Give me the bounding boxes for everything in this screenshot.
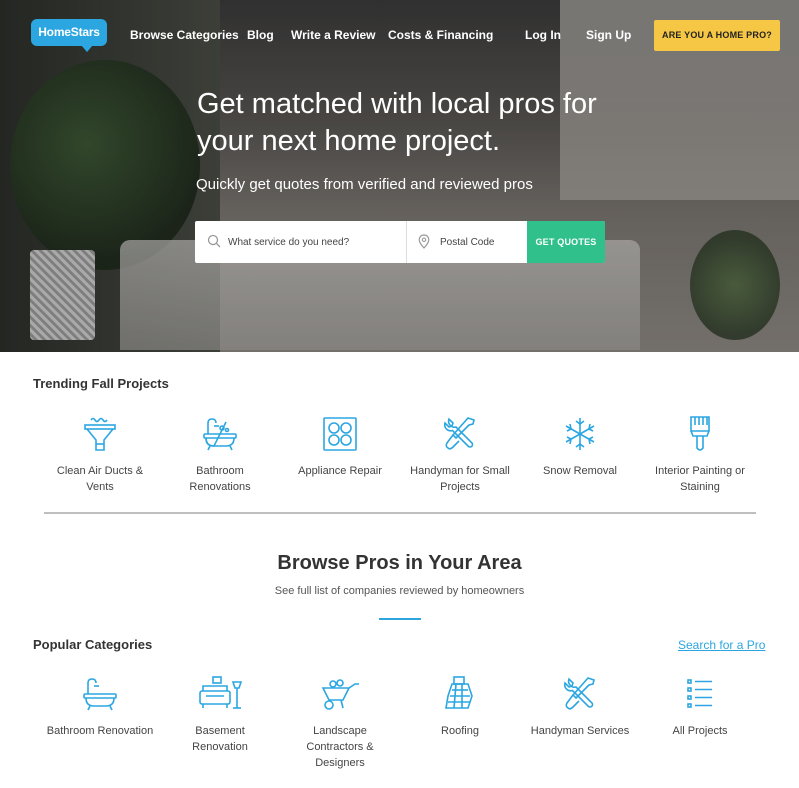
popular-item-label: Landscape Contractors & Designers	[306, 725, 374, 769]
paintbrush-icon	[690, 416, 710, 451]
trending-title: Trending Fall Projects	[33, 376, 169, 391]
trending-item-bathroom[interactable]: Bathroom Renovations	[160, 414, 280, 495]
popular-item-all-projects[interactable]: All Projects	[640, 674, 760, 739]
popular-item-label: All Projects	[672, 725, 728, 737]
trending-item-snow[interactable]: Snow Removal	[520, 414, 640, 479]
hero-section: HomeStars Browse Categories Blog Write a…	[0, 0, 799, 352]
popular-item-label: Handyman Services	[530, 725, 630, 737]
roof-icon	[445, 676, 473, 709]
wrench-screwdriver-icon	[563, 677, 595, 710]
popular-item-label: Basement Renovation	[192, 725, 248, 753]
nav-browse-categories[interactable]: Browse Categories	[130, 28, 239, 42]
trending-item-handyman[interactable]: Handyman for Small Projects	[400, 414, 520, 495]
popular-item-landscape[interactable]: Landscape Contractors & Designers	[280, 674, 400, 771]
service-input[interactable]	[228, 221, 403, 263]
nav-login[interactable]: Log In	[525, 28, 561, 42]
trending-item-label: Clean Air Ducts & Vents	[56, 465, 144, 493]
trending-item-appliance[interactable]: Appliance Repair	[280, 414, 400, 479]
stovetop-icon	[323, 417, 357, 451]
air-duct-icon	[84, 417, 116, 451]
service-field[interactable]	[195, 221, 407, 263]
snowflake-icon	[565, 418, 595, 450]
get-quotes-button[interactable]: GET QUOTES	[527, 221, 605, 263]
popular-categories-title: Popular Categories	[33, 637, 153, 652]
nav-blog[interactable]: Blog	[247, 28, 274, 42]
trending-item-label: Bathroom Renovations	[189, 465, 251, 493]
nav-costs-financing[interactable]: Costs & Financing	[388, 28, 493, 42]
popular-item-handyman[interactable]: Handyman Services	[520, 674, 640, 739]
search-for-pro-link[interactable]: Search for a Pro	[678, 638, 765, 652]
browse-title: Browse Pros in Your Area	[277, 552, 522, 574]
top-navigation: HomeStars Browse Categories Blog Write a…	[0, 0, 799, 70]
bathtub-icon	[203, 418, 237, 451]
wheelbarrow-icon	[321, 679, 359, 710]
trending-item-label: Appliance Repair	[298, 465, 382, 477]
popular-item-label: Bathroom Renovation	[46, 725, 154, 737]
hero-headline: Get matched with local pros for your nex…	[197, 88, 597, 157]
nav-write-review[interactable]: Write a Review	[291, 28, 375, 42]
search-icon	[207, 234, 221, 248]
sofa-lamp-icon	[199, 676, 243, 709]
hero-subheadline: Quickly get quotes from verified and rev…	[196, 176, 533, 193]
list-icon	[687, 679, 712, 708]
postal-field[interactable]	[407, 221, 527, 263]
trending-item-label: Interior Painting or Staining	[655, 465, 745, 493]
postal-code-input[interactable]	[440, 221, 525, 263]
trending-item-air-ducts[interactable]: Clean Air Ducts & Vents	[40, 414, 160, 495]
popular-item-basement[interactable]: Basement Renovation	[160, 674, 280, 755]
popular-item-roofing[interactable]: Roofing	[400, 674, 520, 739]
section-divider	[44, 512, 756, 514]
accent-underline	[379, 618, 421, 620]
trending-item-label: Handyman for Small Projects	[410, 465, 510, 493]
wrench-screwdriver-icon	[443, 417, 475, 450]
browse-subtitle: See full list of companies reviewed by h…	[274, 585, 525, 597]
homestars-logo[interactable]: HomeStars	[31, 19, 107, 52]
are-you-a-pro-button[interactable]: ARE YOU A HOME PRO?	[654, 20, 780, 51]
trending-item-label: Snow Removal	[543, 465, 617, 477]
trending-item-painting[interactable]: Interior Painting or Staining	[640, 414, 760, 495]
bathtub-icon	[83, 678, 117, 711]
popular-item-bathroom[interactable]: Bathroom Renovation	[40, 674, 160, 739]
nav-signup[interactable]: Sign Up	[586, 28, 631, 42]
popular-item-label: Roofing	[441, 725, 479, 737]
quote-search-bar: GET QUOTES	[195, 221, 605, 263]
location-pin-icon	[418, 234, 430, 249]
